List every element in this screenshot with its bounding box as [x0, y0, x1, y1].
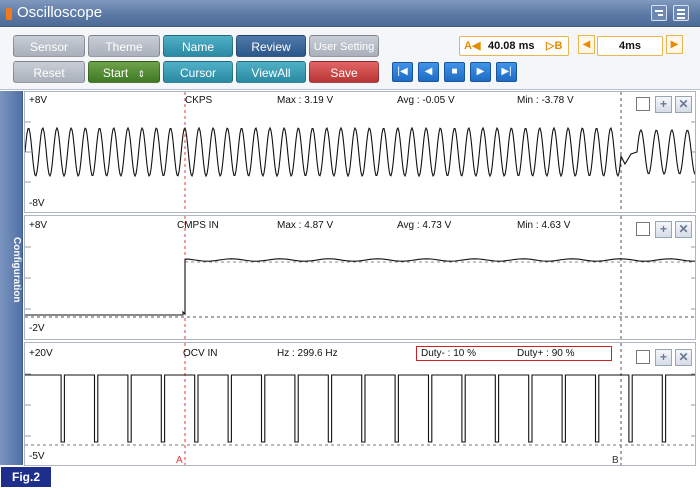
- title-bar: Oscilloscope: [0, 0, 700, 27]
- toolbar: Sensor Theme Name Review User Setting Re…: [0, 28, 700, 90]
- spinner-icon: ⇕: [137, 69, 146, 79]
- start-button[interactable]: Start ⇕: [88, 61, 160, 83]
- ch3-name: OCV IN: [183, 348, 218, 359]
- user-setting-button[interactable]: User Setting: [309, 35, 379, 57]
- next-icon[interactable]: ▶: [470, 62, 491, 82]
- title-accent-icon: [6, 8, 12, 20]
- ch3-ymin: -5V: [29, 451, 45, 462]
- time-div-value: 4ms: [618, 40, 642, 52]
- ch1-stat-min: Min : -3.78 V: [517, 95, 574, 106]
- first-icon[interactable]: |◀: [392, 62, 413, 82]
- stop-icon[interactable]: ■: [444, 62, 465, 82]
- ch2-select-checkbox[interactable]: [636, 222, 650, 236]
- ch2-stat-max: Max : 4.87 V: [277, 220, 334, 231]
- ch1-name: CKPS: [185, 95, 213, 106]
- prev-icon[interactable]: ◀: [418, 62, 439, 82]
- ch1-select-checkbox[interactable]: [636, 97, 650, 111]
- ch2-stat-avg: Avg : 4.73 V: [397, 220, 452, 231]
- ch3-stat-hz: Hz : 299.6 Hz: [277, 348, 338, 359]
- ch3-x-icon[interactable]: ✕: [675, 349, 692, 366]
- ch3-stat-duty-minus: Duty- : 10 %: [421, 348, 477, 359]
- time-increase-icon[interactable]: ▶: [666, 35, 683, 54]
- ch2-plus-icon[interactable]: +: [655, 221, 672, 238]
- channel-panel-1[interactable]: +8V -8V CKPS Max : 3.19 V Avg : -0.05 V …: [24, 91, 696, 213]
- oscilloscope-window: Oscilloscope Sensor Theme Name Review Us…: [0, 0, 700, 489]
- ch3-plus-icon[interactable]: +: [655, 349, 672, 366]
- last-icon[interactable]: ▶|: [496, 62, 517, 82]
- window-title: Oscilloscope: [17, 4, 103, 21]
- ch2-ymax: +8V: [29, 220, 48, 231]
- time-decrease-icon[interactable]: ◀: [578, 35, 595, 54]
- theme-button[interactable]: Theme: [88, 35, 160, 57]
- cursor-b-label: B: [612, 455, 619, 466]
- channel-panel-2[interactable]: +8V -2V CMPS IN Max : 4.87 V Avg : 4.73 …: [24, 215, 696, 340]
- save-button[interactable]: Save: [309, 61, 379, 83]
- cursor-a-marker: A◀: [464, 40, 481, 52]
- restore-icon[interactable]: [651, 5, 667, 21]
- sensor-button[interactable]: Sensor: [13, 35, 85, 57]
- reset-button[interactable]: Reset: [13, 61, 85, 83]
- ch1-x-icon[interactable]: ✕: [675, 96, 692, 113]
- ch3-ymax: +20V: [29, 348, 53, 359]
- ch1-stat-max: Max : 3.19 V: [277, 95, 334, 106]
- ch2-ymin: -2V: [29, 323, 45, 334]
- ch1-ymin: -8V: [29, 198, 45, 209]
- cursor-delta-field: A◀ 40.08 ms ▷B: [459, 36, 569, 56]
- ch1-plus-icon[interactable]: +: [655, 96, 672, 113]
- ch2-x-icon[interactable]: ✕: [675, 221, 692, 238]
- name-button[interactable]: Name: [163, 35, 233, 57]
- ch2-name: CMPS IN: [177, 220, 219, 231]
- review-button[interactable]: Review: [236, 35, 306, 57]
- menu-icon[interactable]: [673, 5, 689, 21]
- cursor-a-label: A: [176, 455, 183, 466]
- viewall-button[interactable]: ViewAll: [236, 61, 306, 83]
- ch3-stat-duty-plus: Duty+ : 90 %: [517, 348, 575, 359]
- time-div-field[interactable]: 4ms: [597, 36, 663, 56]
- ch1-ymax: +8V: [29, 95, 48, 106]
- ckps-waveform: [25, 92, 695, 212]
- configuration-sidebar[interactable]: Configuration: [0, 91, 23, 465]
- cursor-b-marker: ▷B: [546, 40, 563, 52]
- channel-panel-3[interactable]: +20V -5V OCV IN Hz : 299.6 Hz Duty- : 10…: [24, 342, 696, 466]
- cursor-delta-value: 40.08 ms: [488, 40, 535, 52]
- ocv-waveform: [25, 343, 695, 465]
- cursor-button[interactable]: Cursor: [163, 61, 233, 83]
- ch3-select-checkbox[interactable]: [636, 350, 650, 364]
- ch1-stat-avg: Avg : -0.05 V: [397, 95, 455, 106]
- figure-label: Fig.2: [1, 467, 51, 487]
- configuration-label: Configuration: [11, 237, 22, 303]
- ch2-stat-min: Min : 4.63 V: [517, 220, 571, 231]
- cmps-waveform: [25, 216, 695, 339]
- start-label: Start: [102, 66, 129, 80]
